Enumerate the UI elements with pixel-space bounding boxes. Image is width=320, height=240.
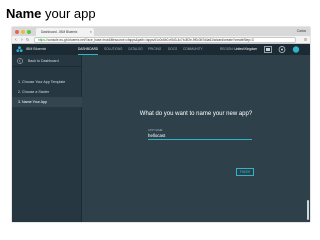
close-window-button[interactable] [15, 30, 19, 34]
top-navigation: IBM Bluemix DASHBOARD SOLUTIONS CATALOG … [12, 44, 310, 55]
back-arrow-icon[interactable]: ‹ [15, 37, 17, 43]
nav-docs[interactable]: DOCS [168, 44, 177, 55]
page-title: What do you want to name your new app? [139, 111, 253, 117]
brand-name[interactable]: IBM Bluemix [26, 44, 46, 55]
maximize-window-button[interactable] [27, 30, 31, 34]
url-text: console.eu-gb.bluemix.net/?ace_base=true… [47, 38, 254, 42]
url-field[interactable]: https://console.eu-gb.bluemix.net/?ace_b… [34, 37, 296, 43]
region-selector[interactable]: REGION: United Kingdom [220, 44, 257, 55]
app-name-input[interactable] [148, 132, 252, 140]
minimize-window-button[interactable] [21, 30, 25, 34]
address-bar: ‹ › ↻ https://console.eu-gb.bluemix.net/… [12, 36, 310, 44]
forward-arrow-icon[interactable]: › [21, 37, 23, 43]
browser-menu-icon[interactable]: ≡ [304, 37, 307, 43]
bluemix-logo-icon[interactable] [16, 46, 23, 53]
slide-heading-bold: Name [6, 6, 42, 21]
nav-solutions[interactable]: SOLUTIONS [104, 44, 122, 55]
wizard-step-name-app[interactable]: 3. Name Your App [12, 97, 82, 107]
back-arrow-icon [17, 58, 23, 64]
scrollbar[interactable] [307, 200, 309, 220]
browser-tab[interactable]: Dashboard - IBM Bluemix × [36, 28, 94, 36]
tab-title: Dashboard - IBM Bluemix [41, 30, 78, 34]
nav-dashboard[interactable]: DASHBOARD [78, 44, 99, 55]
help-icon[interactable] [278, 46, 286, 53]
region-label: REGION: [220, 47, 234, 51]
back-label: Back to Dashboard [28, 59, 59, 63]
avatar[interactable] [292, 46, 300, 53]
nav-catalog[interactable]: CATALOG [128, 44, 143, 55]
reload-icon[interactable]: ↻ [26, 37, 29, 43]
slide-heading: Name your app [6, 6, 96, 21]
catalog-icon[interactable] [264, 46, 272, 53]
browser-tab-bar: Dashboard - IBM Bluemix × Carlos [12, 27, 310, 36]
finish-button[interactable]: FINISH [236, 168, 254, 176]
url-scheme: https:// [38, 38, 48, 42]
wizard-step-choose-template[interactable]: 1. Choose Your App Template [12, 77, 82, 87]
nav-pricing[interactable]: PRICING [148, 44, 161, 55]
wizard-content: What do you want to name your new app? A… [82, 55, 310, 222]
wizard-sidebar: Back to Dashboard 1. Choose Your App Tem… [12, 55, 82, 222]
region-value: United Kingdom [234, 47, 258, 51]
back-to-dashboard-link[interactable]: Back to Dashboard [12, 55, 82, 67]
profile-name[interactable]: Carlos [297, 28, 306, 35]
wizard-step-choose-starter[interactable]: 2. Choose a Starter [12, 87, 82, 97]
nav-community[interactable]: COMMUNITY [183, 44, 203, 55]
close-icon[interactable]: × [90, 28, 92, 36]
slide-heading-rest: your app [41, 6, 96, 21]
browser-window: Dashboard - IBM Bluemix × Carlos ‹ › ↻ h… [12, 27, 310, 222]
